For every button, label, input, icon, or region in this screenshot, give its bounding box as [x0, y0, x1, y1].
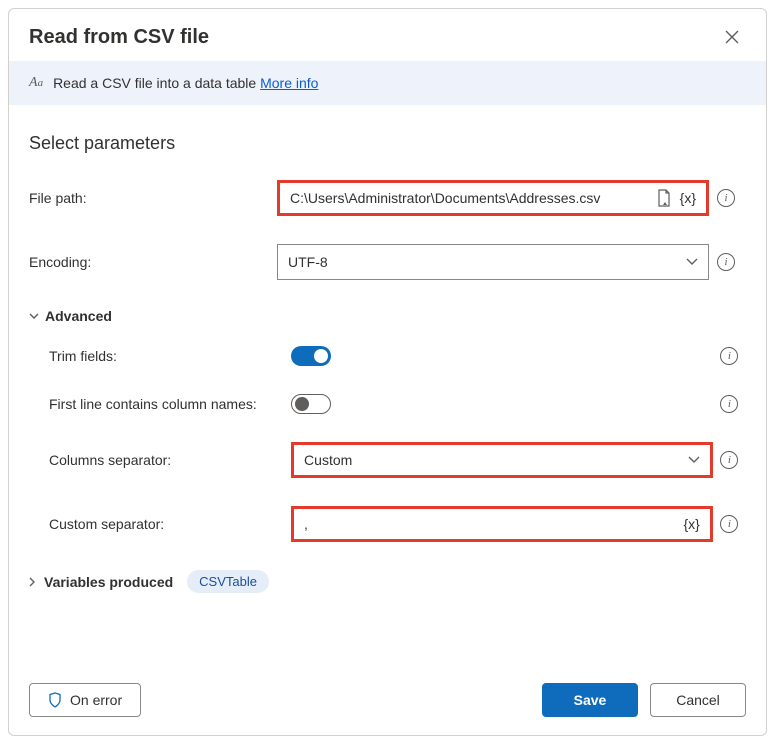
save-button[interactable]: Save [542, 683, 638, 717]
trim-fields-field [291, 346, 713, 366]
columns-separator-select[interactable]: Custom [294, 445, 710, 475]
first-line-field [291, 394, 713, 414]
columns-separator-field-wrap: Custom [291, 442, 713, 478]
encoding-select[interactable]: UTF-8 [277, 244, 709, 280]
info-icon[interactable]: i [717, 253, 735, 271]
info-icon[interactable]: i [720, 395, 738, 413]
chevron-down-icon [686, 258, 698, 266]
dialog-footer: On error Save Cancel [9, 668, 766, 735]
row-encoding: Encoding: UTF-8 i [29, 244, 746, 280]
row-file-path: File path: C:\Users\Administrator\Docume… [29, 180, 746, 216]
info-icon[interactable]: i [720, 451, 738, 469]
more-info-link[interactable]: More info [260, 75, 318, 91]
info-banner: Aa Read a CSV file into a data table Mor… [9, 61, 766, 105]
section-heading: Select parameters [29, 133, 746, 154]
label-file-path: File path: [29, 190, 277, 206]
encoding-field-wrap: UTF-8 [277, 244, 709, 280]
close-button[interactable] [718, 23, 746, 51]
row-custom-separator: Custom separator: , {x} i [29, 506, 746, 542]
chevron-down-icon [688, 456, 700, 464]
info-icon[interactable]: i [720, 515, 738, 533]
variable-pill[interactable]: CSVTable [187, 570, 269, 593]
label-custom-separator: Custom separator: [29, 516, 291, 532]
row-columns-separator: Columns separator: Custom i [29, 442, 746, 478]
shield-icon [48, 692, 62, 708]
text-style-icon: Aa [29, 75, 43, 91]
row-trim-fields: Trim fields: i [29, 346, 746, 366]
info-icon[interactable]: i [717, 189, 735, 207]
label-encoding: Encoding: [29, 254, 277, 270]
label-first-line: First line contains column names: [29, 396, 291, 412]
dialog-content: Select parameters File path: C:\Users\Ad… [9, 105, 766, 668]
browse-file-icon[interactable] [656, 189, 672, 207]
label-columns-separator: Columns separator: [29, 452, 291, 468]
banner-text: Read a CSV file into a data table More i… [53, 75, 318, 91]
dialog-title: Read from CSV file [29, 26, 209, 49]
file-path-input[interactable]: C:\Users\Administrator\Documents\Address… [280, 183, 650, 213]
variable-picker-icon[interactable]: {x} [680, 190, 696, 206]
cancel-button[interactable]: Cancel [650, 683, 746, 717]
close-icon [725, 30, 739, 44]
custom-separator-input[interactable]: , [294, 509, 677, 539]
variables-produced-expander[interactable]: Variables produced CSVTable [29, 570, 746, 593]
variable-picker-icon[interactable]: {x} [683, 516, 699, 532]
label-trim-fields: Trim fields: [29, 348, 291, 364]
dialog: Read from CSV file Aa Read a CSV file in… [8, 8, 767, 736]
first-line-toggle[interactable] [291, 394, 331, 414]
advanced-expander[interactable]: Advanced [29, 308, 746, 324]
chevron-right-icon [29, 577, 36, 587]
info-icon[interactable]: i [720, 347, 738, 365]
custom-separator-field-wrap: , {x} [291, 506, 713, 542]
row-first-line: First line contains column names: i [29, 394, 746, 414]
titlebar: Read from CSV file [9, 9, 766, 61]
chevron-down-icon [29, 313, 39, 320]
trim-fields-toggle[interactable] [291, 346, 331, 366]
file-path-field-wrap: C:\Users\Administrator\Documents\Address… [277, 180, 709, 216]
on-error-button[interactable]: On error [29, 683, 141, 717]
